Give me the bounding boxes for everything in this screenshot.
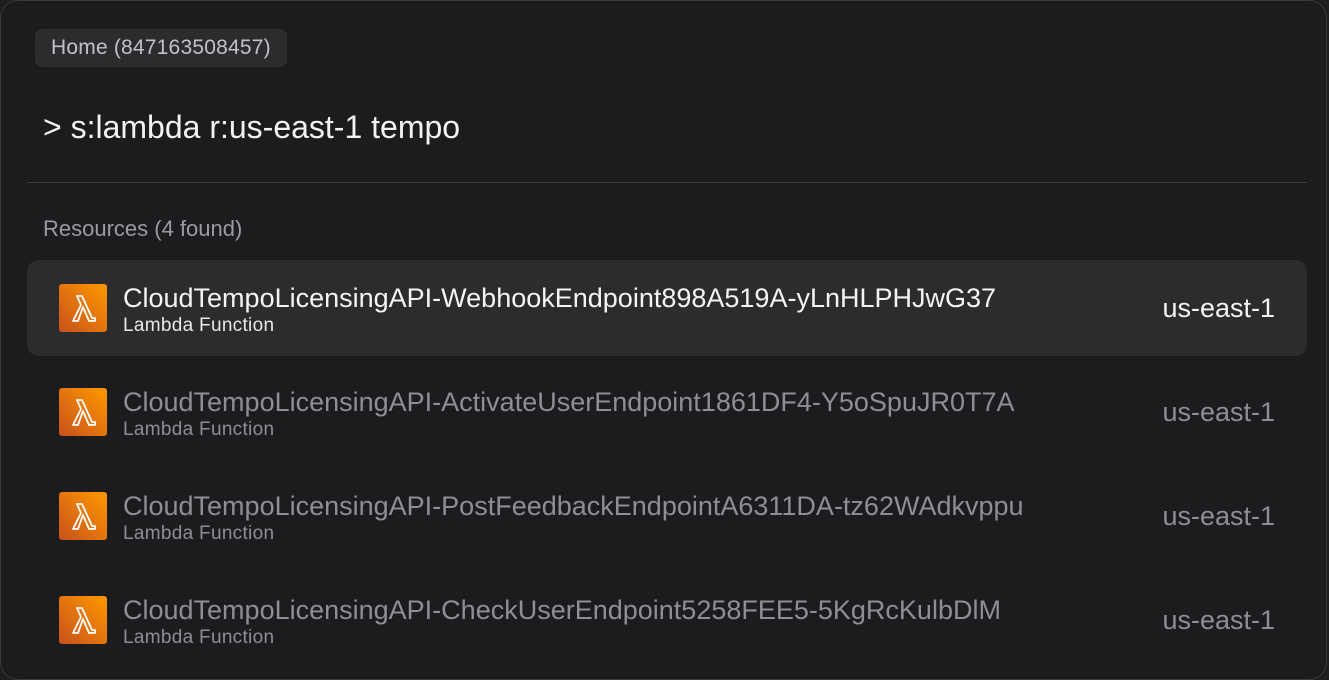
command-palette: Home (847163508457) > s:lambda r:us-east… <box>0 0 1327 680</box>
result-name: CloudTempoLicensingAPI-CheckUserEndpoint… <box>123 595 1001 625</box>
result-name: CloudTempoLicensingAPI-PostFeedbackEndpo… <box>123 491 1024 521</box>
result-region: us-east-1 <box>1162 501 1275 531</box>
results-header: Resources (4 found) <box>43 216 243 241</box>
result-item[interactable]: CloudTempoLicensingAPI-PostFeedbackEndpo… <box>27 468 1307 564</box>
result-region: us-east-1 <box>1162 293 1275 323</box>
lambda-icon <box>59 596 107 644</box>
result-type: Lambda Function <box>123 315 275 336</box>
divider <box>27 182 1307 183</box>
result-region: us-east-1 <box>1162 605 1275 635</box>
result-type: Lambda Function <box>123 627 275 648</box>
lambda-icon <box>59 284 107 332</box>
result-type: Lambda Function <box>123 523 275 544</box>
results-list: CloudTempoLicensingAPI-WebhookEndpoint89… <box>27 260 1307 676</box>
lambda-icon <box>59 388 107 436</box>
account-breadcrumb[interactable]: Home (847163508457) <box>35 29 287 67</box>
search-input[interactable]: > s:lambda r:us-east-1 tempo <box>43 105 460 149</box>
result-name: CloudTempoLicensingAPI-ActivateUserEndpo… <box>123 387 1015 417</box>
result-item[interactable]: CloudTempoLicensingAPI-WebhookEndpoint89… <box>27 260 1307 356</box>
result-name: CloudTempoLicensingAPI-WebhookEndpoint89… <box>123 283 997 313</box>
result-item[interactable]: CloudTempoLicensingAPI-CheckUserEndpoint… <box>27 572 1307 668</box>
result-type: Lambda Function <box>123 419 275 440</box>
breadcrumb-label: Home (847163508457) <box>51 36 271 59</box>
lambda-icon <box>59 492 107 540</box>
result-region: us-east-1 <box>1162 397 1275 427</box>
result-item[interactable]: CloudTempoLicensingAPI-ActivateUserEndpo… <box>27 364 1307 460</box>
search-query-text: > s:lambda r:us-east-1 tempo <box>43 108 461 145</box>
